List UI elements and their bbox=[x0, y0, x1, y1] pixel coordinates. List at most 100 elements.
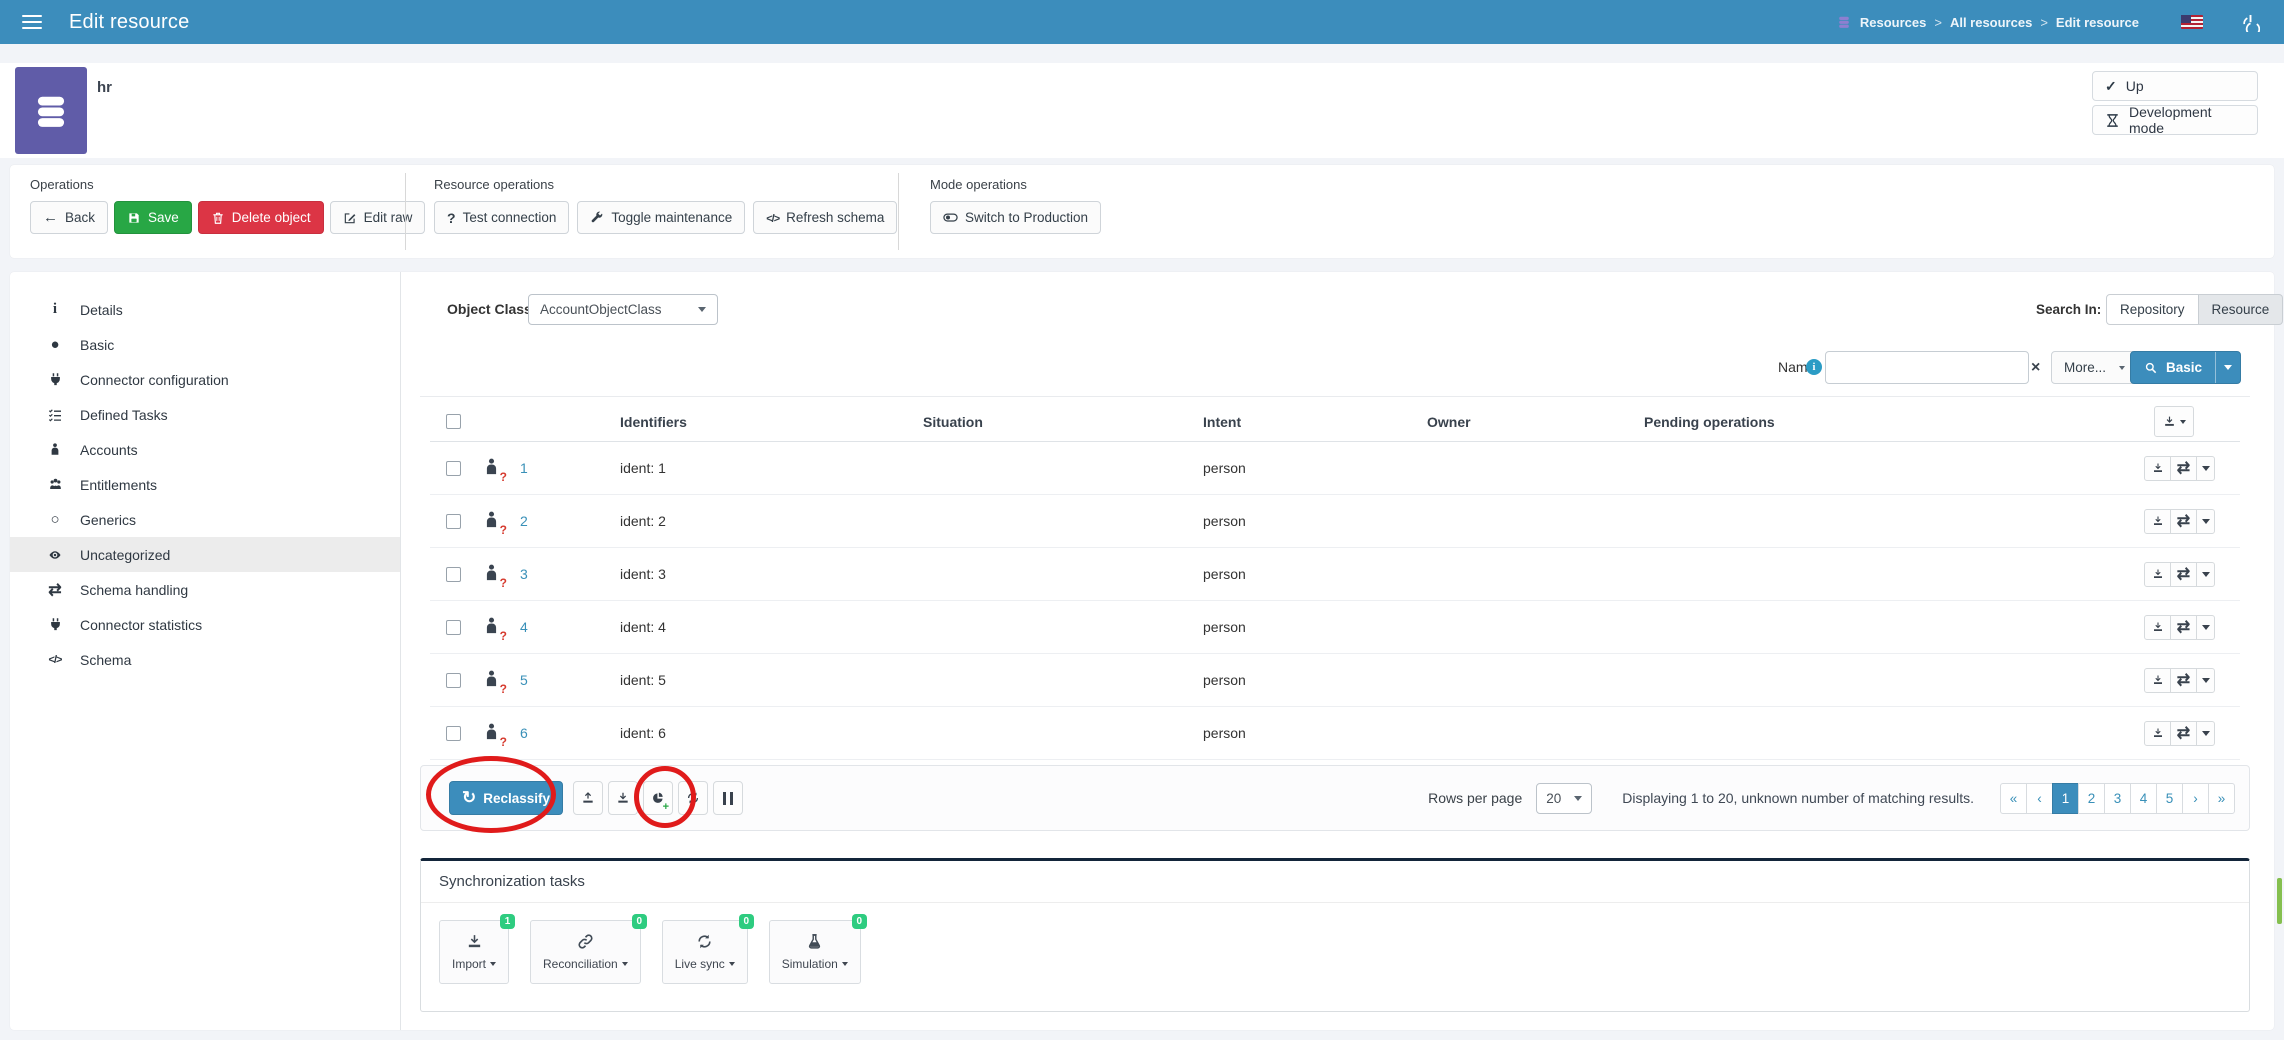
sidebar-item-details[interactable]: Details bbox=[10, 292, 400, 327]
search-mode-caret[interactable] bbox=[2215, 352, 2240, 383]
row-more-actions-button[interactable] bbox=[2196, 509, 2215, 534]
locale-flag-icon[interactable] bbox=[2181, 15, 2203, 29]
hamburger-menu-icon[interactable] bbox=[22, 15, 42, 29]
refresh-table-button[interactable] bbox=[678, 781, 708, 815]
edit-raw-button[interactable]: Edit raw bbox=[330, 201, 426, 234]
rows-per-page-select[interactable]: 20 bbox=[1536, 783, 1592, 814]
row-download-button[interactable] bbox=[2144, 668, 2171, 693]
back-button[interactable]: Back bbox=[30, 201, 108, 234]
user-icon bbox=[45, 442, 65, 457]
row-exchange-button[interactable] bbox=[2170, 721, 2197, 746]
create-report-button[interactable] bbox=[643, 781, 673, 815]
breadcrumb-all-resources[interactable]: All resources bbox=[1950, 15, 2032, 30]
col-pending-operations: Pending operations bbox=[1644, 414, 2144, 430]
row-number-link[interactable]: 3 bbox=[520, 566, 620, 582]
row-exchange-button[interactable] bbox=[2170, 615, 2197, 640]
row-download-button[interactable] bbox=[2144, 456, 2171, 481]
select-all-checkbox[interactable] bbox=[446, 414, 461, 429]
row-number-link[interactable]: 2 bbox=[520, 513, 620, 529]
sidebar-item-schema-handling[interactable]: Schema handling bbox=[10, 572, 400, 607]
table-row: 4 ident: 4 person bbox=[430, 601, 2240, 654]
sidebar-item-basic[interactable]: Basic bbox=[10, 327, 400, 362]
logout-power-icon[interactable] bbox=[2241, 13, 2260, 32]
live-sync-task-tile[interactable]: 0 Live sync bbox=[662, 920, 748, 984]
row-checkbox[interactable] bbox=[446, 673, 461, 688]
row-number-link[interactable]: 6 bbox=[520, 725, 620, 741]
development-mode-badge[interactable]: Development mode bbox=[2092, 105, 2258, 135]
page-next-button[interactable]: › bbox=[2182, 783, 2209, 814]
row-more-actions-button[interactable] bbox=[2196, 721, 2215, 746]
breadcrumb-resources[interactable]: Resources bbox=[1860, 15, 1926, 30]
row-checkbox[interactable] bbox=[446, 567, 461, 582]
breadcrumb-edit-resource[interactable]: Edit resource bbox=[2056, 15, 2139, 30]
search-in-repository-button[interactable]: Repository bbox=[2106, 294, 2199, 325]
row-exchange-button[interactable] bbox=[2170, 562, 2197, 587]
cell-intent: person bbox=[1203, 725, 1427, 741]
download-csv-button[interactable] bbox=[608, 781, 638, 815]
status-badge-up[interactable]: Up bbox=[2092, 71, 2258, 101]
search-in-resource-button[interactable]: Resource bbox=[2199, 294, 2284, 325]
page-5-button[interactable]: 5 bbox=[2156, 783, 2183, 814]
row-number-link[interactable]: 4 bbox=[520, 619, 620, 635]
row-download-button[interactable] bbox=[2144, 562, 2171, 587]
page-3-button[interactable]: 3 bbox=[2104, 783, 2131, 814]
row-number-link[interactable]: 1 bbox=[520, 460, 620, 476]
sidebar-item-schema[interactable]: Schema bbox=[10, 642, 400, 677]
save-button[interactable]: Save bbox=[114, 201, 192, 234]
row-more-actions-button[interactable] bbox=[2196, 456, 2215, 481]
row-checkbox[interactable] bbox=[446, 461, 461, 476]
delete-object-button[interactable]: Delete object bbox=[198, 201, 324, 234]
page-2-button[interactable]: 2 bbox=[2078, 783, 2105, 814]
refresh-schema-button[interactable]: Refresh schema bbox=[753, 201, 897, 234]
sidebar-item-defined-tasks[interactable]: Defined Tasks bbox=[10, 397, 400, 432]
reconciliation-task-tile[interactable]: 0 Reconciliation bbox=[530, 920, 641, 984]
row-checkbox[interactable] bbox=[446, 726, 461, 741]
sidebar-item-connector-configuration[interactable]: Connector configuration bbox=[10, 362, 400, 397]
page-4-button[interactable]: 4 bbox=[2130, 783, 2157, 814]
basic-search-button[interactable]: Basic bbox=[2130, 351, 2241, 384]
import-task-tile[interactable]: 1 Import bbox=[439, 920, 509, 984]
sidebar-item-connector-statistics[interactable]: Connector statistics bbox=[10, 607, 400, 642]
toggle-maintenance-button[interactable]: Toggle maintenance bbox=[577, 201, 745, 234]
sidebar-item-uncategorized[interactable]: Uncategorized bbox=[10, 537, 400, 572]
simulation-task-tile[interactable]: 0 Simulation bbox=[769, 920, 861, 984]
chevron-down-icon bbox=[2202, 572, 2210, 577]
sidebar-item-accounts[interactable]: Accounts bbox=[10, 432, 400, 467]
shadow-account-icon bbox=[482, 455, 502, 481]
edit-resource-page: Edit resource Resources > All resources … bbox=[0, 0, 2284, 1040]
page-prev-button[interactable]: ‹ bbox=[2026, 783, 2053, 814]
row-exchange-button[interactable] bbox=[2170, 456, 2197, 481]
row-exchange-button[interactable] bbox=[2170, 668, 2197, 693]
sidebar-item-entitlements[interactable]: Entitlements bbox=[10, 467, 400, 502]
row-more-actions-button[interactable] bbox=[2196, 615, 2215, 640]
page-1-button[interactable]: 1 bbox=[2052, 783, 2079, 814]
chevron-down-icon bbox=[490, 962, 496, 966]
more-filters-button[interactable]: More... bbox=[2051, 351, 2138, 384]
page-last-button[interactable]: » bbox=[2208, 783, 2235, 814]
sidebar-item-generics[interactable]: Generics bbox=[10, 502, 400, 537]
object-class-select[interactable]: AccountObjectClass bbox=[528, 294, 718, 325]
row-checkbox[interactable] bbox=[446, 620, 461, 635]
clear-search-icon[interactable] bbox=[2031, 351, 2040, 384]
row-exchange-button[interactable] bbox=[2170, 509, 2197, 534]
row-download-button[interactable] bbox=[2144, 615, 2171, 640]
row-download-button[interactable] bbox=[2144, 509, 2171, 534]
row-download-button[interactable] bbox=[2144, 721, 2171, 746]
upload-button[interactable] bbox=[573, 781, 603, 815]
row-more-actions-button[interactable] bbox=[2196, 562, 2215, 587]
row-number-link[interactable]: 5 bbox=[520, 672, 620, 688]
test-connection-button[interactable]: Test connection bbox=[434, 201, 569, 234]
cell-intent: person bbox=[1203, 672, 1427, 688]
export-table-button[interactable] bbox=[2154, 406, 2194, 437]
row-checkbox[interactable] bbox=[446, 514, 461, 529]
row-more-actions-button[interactable] bbox=[2196, 668, 2215, 693]
search-in-toggle: Repository Resource bbox=[2106, 294, 2283, 325]
switch-to-production-button[interactable]: Switch to Production bbox=[930, 201, 1101, 234]
task-list-icon bbox=[45, 407, 65, 423]
name-search-input[interactable] bbox=[1825, 351, 2029, 384]
pause-refresh-button[interactable] bbox=[713, 781, 743, 815]
reclassify-button[interactable]: Reclassify bbox=[449, 781, 563, 815]
task-count-badge: 0 bbox=[739, 914, 754, 929]
page-first-button[interactable]: « bbox=[2000, 783, 2027, 814]
chevron-down-icon bbox=[2202, 625, 2210, 630]
